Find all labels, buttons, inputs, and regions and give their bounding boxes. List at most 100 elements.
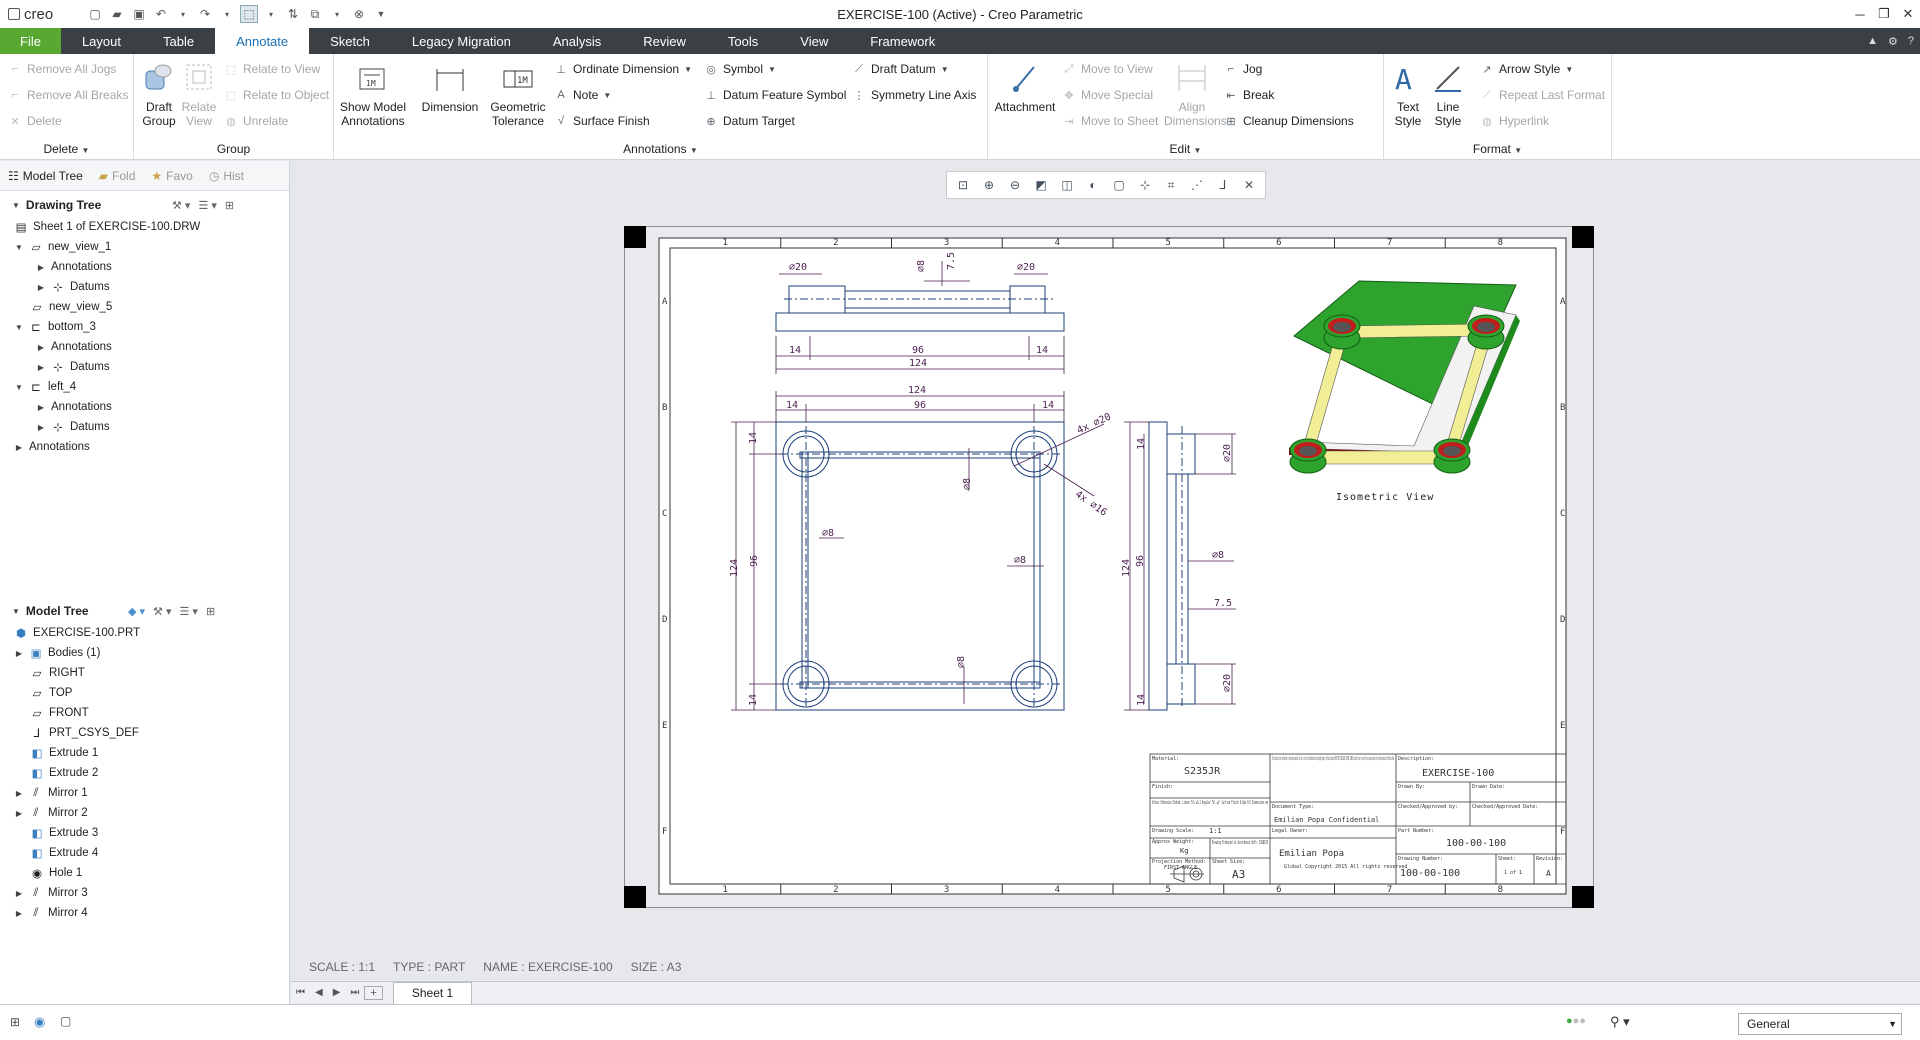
tree-show-icon[interactable]: ☰ ▾ [180,605,198,618]
tree-node-annotations[interactable]: ▶ Annotations [36,397,112,417]
tree-node-mirror-3[interactable]: ▶ ⫽ Mirror 3 [14,883,88,903]
tree-node-hole-1[interactable]: ◉ Hole 1 [30,863,82,883]
zoom-in-icon[interactable]: ⊕ [979,175,999,195]
expand-toggle-icon[interactable]: ▶ [36,423,46,432]
open-file-icon[interactable]: ▰ [108,5,126,23]
tab-layout[interactable]: Layout [61,28,142,54]
undo-dropdown-icon[interactable]: ▾ [174,5,192,23]
tree-node-datums[interactable]: ▶ ⊹ Datums [36,357,110,377]
selection-filter-dropdown[interactable]: General ▼ [1738,1013,1902,1035]
redo-dropdown-icon[interactable]: ▾ [218,5,236,23]
point-display-icon[interactable]: ⋰ [1187,175,1207,195]
dimension-button[interactable]: Dimension [422,60,478,114]
tree-node-annotations[interactable]: ▶ Annotations [36,257,112,277]
attachment-button[interactable]: Attachment [992,60,1058,114]
new-file-icon[interactable]: ▢ [86,5,104,23]
align-dimensions-button[interactable]: Align Dimensions [1164,60,1227,128]
undo-icon[interactable]: ↶ [152,5,170,23]
tree-node-right-plane[interactable]: ▱ RIGHT [30,663,85,683]
model-tree-header[interactable]: ▼ Model Tree ◆ ▾ ⚒ ▾ ☰ ▾ ⊞ [0,599,290,623]
tab-review[interactable]: Review [622,28,707,54]
note-dropdown-icon[interactable]: ▼ [603,91,611,100]
csys-display-icon[interactable]: ⅃ [1213,175,1233,195]
tree-node-new-view-1[interactable]: ▼ ▱ new_view_1 [14,237,111,257]
customize-dropdown-icon[interactable]: ▼ [372,5,390,23]
help-icon[interactable]: ? [1908,35,1914,47]
tree-node-extrude-3[interactable]: ◧ Extrude 3 [30,823,99,843]
last-sheet-icon[interactable]: ⏭ [345,987,364,998]
tree-node-extrude-4[interactable]: ◧ Extrude 4 [30,843,99,863]
expand-toggle-icon[interactable]: ▶ [14,443,24,452]
sheet-tab[interactable]: Sheet 1 [392,981,473,1004]
graphics-canvas[interactable]: ⊡ ⊕ ⊖ ◩ ◫ ◐ ▢ ⊹ ⌗ ⋰ ⅃ ✕ 1 1 2 2 3 3 4 4 5 5 6 6 7 7 8 8… [291,161,1920,981]
tree-node-bottom-3[interactable]: ▼ ⊏ bottom_3 [14,317,96,337]
tree-node-extrude-2[interactable]: ◧ Extrude 2 [30,763,99,783]
regenerate-icon[interactable]: ⇅ [284,5,302,23]
expand-toggle-icon[interactable]: ▶ [36,363,46,372]
save-icon[interactable]: ▣ [130,5,148,23]
hyperlink-button[interactable]: ◍ Hyperlink [1480,112,1549,130]
tree-node-mirror-1[interactable]: ▶ ⫽ Mirror 1 [14,783,88,803]
refit-icon[interactable]: ⊡ [953,175,973,195]
datum-display-icon[interactable]: ⊹ [1135,175,1155,195]
find-icon[interactable]: ⚲ ▾ [1610,1014,1630,1030]
expand-toggle-icon[interactable]: ▶ [36,263,46,272]
expand-toggle-icon[interactable]: ▶ [14,889,24,898]
display-style-icon[interactable]: ◫ [1057,175,1077,195]
symbol-dropdown-icon[interactable]: ▼ [768,65,776,74]
tree-settings-icon[interactable]: ⚒ ▾ [153,605,171,618]
tree-node-bodies[interactable]: ▶ ▣ Bodies (1) [14,643,101,663]
drawing-tree-header[interactable]: ▼ Drawing Tree ⚒ ▾ ☰ ▾ ⊞ [0,193,290,217]
line-style-button[interactable]: Line Style [1430,60,1466,128]
tab-tools[interactable]: Tools [707,28,779,54]
repaint-icon[interactable]: ◩ [1031,175,1051,195]
tree-node-datums[interactable]: ▶ ⊹ Datums [36,277,110,297]
expand-toggle-icon[interactable]: ▶ [14,809,24,818]
arrow-style-dropdown-icon[interactable]: ▼ [1565,65,1573,74]
edit-group-label[interactable]: Edit ▼ [988,142,1383,156]
tab-favorites[interactable]: ★ Favo [143,161,200,191]
draft-group-button[interactable]: Draft Group [138,60,180,128]
symmetry-line-axis-button[interactable]: ⋮ Symmetry Line Axis [852,86,977,104]
collapse-ribbon-icon[interactable]: ▲ [1867,35,1878,47]
tab-file[interactable]: File [0,28,61,54]
symbol-button[interactable]: ◎ Symbol ▼ [704,60,776,78]
annotation-display-icon[interactable]: ⌗ [1161,175,1181,195]
expand-toggle-icon[interactable]: ▶ [14,909,24,918]
tab-folder-browser[interactable]: ▰ Fold [91,161,144,191]
tab-model-tree[interactable]: ☷ Model Tree [0,161,91,191]
relate-to-view-button[interactable]: ⬚ Relate to View [224,60,320,78]
move-to-sheet-button[interactable]: ⇥ Move to Sheet [1062,112,1158,130]
jog-button[interactable]: ⌐ Jog [1224,60,1263,78]
surface-finish-button[interactable]: √ Surface Finish [554,112,650,130]
tree-node-extrude-1[interactable]: ◧ Extrude 1 [30,743,99,763]
show-model-annotations-button[interactable]: 1M Show Model Annotations [340,60,406,128]
draft-datum-button[interactable]: ⟋ Draft Datum ▼ [852,60,949,78]
expand-toggle-icon[interactable]: ▶ [36,343,46,352]
prev-sheet-icon[interactable]: ◀ [310,987,328,998]
draft-datum-dropdown-icon[interactable]: ▼ [941,65,949,74]
expand-toggle-icon[interactable]: ▼ [14,383,24,392]
shading-icon[interactable]: ◐ [1083,175,1103,195]
selection-dropdown-icon[interactable]: ▾ [262,5,280,23]
datum-target-button[interactable]: ⊕ Datum Target [704,112,794,130]
tree-node-csys[interactable]: ⅃ PRT_CSYS_DEF [30,723,139,743]
remove-all-jogs-button[interactable]: ⌐ Remove All Jogs [8,60,117,78]
tree-node-annotations[interactable]: ▶ Annotations [36,337,112,357]
datum-feature-symbol-button[interactable]: ⊥ Datum Feature Symbol [704,86,846,104]
tab-framework[interactable]: Framework [849,28,956,54]
repeat-last-format-button[interactable]: ⟋ Repeat Last Format [1480,86,1605,104]
break-button[interactable]: ⇤ Break [1224,86,1274,104]
move-special-button[interactable]: ✥ Move Special [1062,86,1153,104]
windows-dropdown-icon[interactable]: ▾ [328,5,346,23]
geometric-tolerance-button[interactable]: 1M Geometric Tolerance [488,60,548,128]
close-window-icon[interactable]: ⊗ [350,5,368,23]
zoom-out-icon[interactable]: ⊖ [1005,175,1025,195]
ordinate-dimension-button[interactable]: ⊥ Ordinate Dimension ▼ [554,60,692,78]
browser-toggle-icon[interactable]: ◉ [34,1014,45,1030]
tab-annotate[interactable]: Annotate [215,28,310,54]
text-style-button[interactable]: A Text Style [1390,60,1426,128]
relate-to-object-button[interactable]: ⬚ Relate to Object [224,86,329,104]
drawing-sheet[interactable]: 1 1 2 2 3 3 4 4 5 5 6 6 7 7 8 8 A A B B C C D D E E F F ⌀20 ⌀8 7.5 [624,226,1594,908]
tree-node-new-view-5[interactable]: ▱ new_view_5 [30,297,113,317]
